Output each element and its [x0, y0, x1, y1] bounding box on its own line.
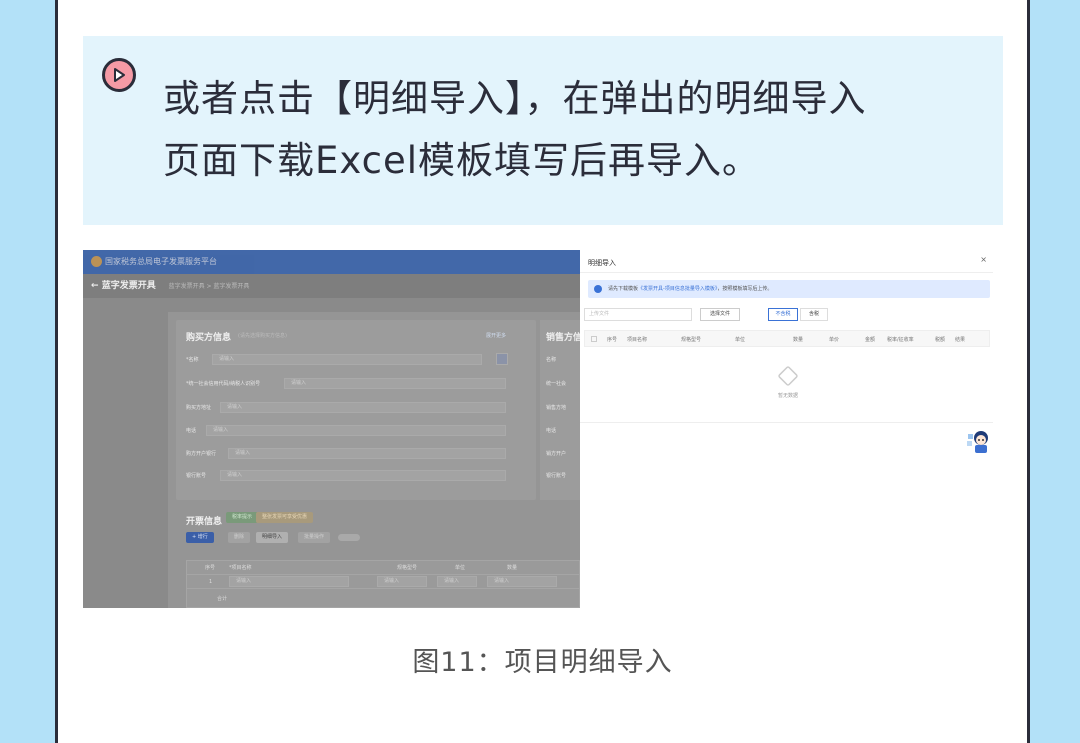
info-alert: 请先下载模板《发票开具-项目信息批量导入模板》，按照模板填写后上传。: [588, 280, 990, 298]
upload-file-input[interactable]: 上传文件: [584, 308, 692, 321]
import-table-header: 序号 项目名称 规格型号 单位 数量 单价 金额 税率/征收率 税额 结果: [584, 330, 990, 347]
empty-box-icon: [777, 365, 799, 387]
tip-line-1: 或者点击【明细导入】，在弹出的明细导入: [163, 77, 867, 120]
divider: [580, 422, 993, 423]
item-name-input[interactable]: 请输入: [229, 576, 349, 587]
buyer-hint: (请先选择购买方信息): [238, 333, 287, 339]
buyer-taxid-input[interactable]: 请输入: [284, 378, 506, 389]
close-icon[interactable]: ×: [980, 255, 987, 264]
add-row-button[interactable]: + 增行: [186, 532, 214, 543]
discount-tag: 整张发票可享受优惠: [256, 512, 314, 523]
total-label: 合计: [217, 596, 228, 602]
form-panel: 购买方信息 (请先选择购买方信息) 展开更多 *名称 请输入 *统一社会信用代码…: [168, 312, 590, 608]
tip-text: 或者点击【明细导入】，在弹出的明细导入 页面下载Excel模板填写后再导入。: [163, 68, 993, 192]
seller-field-3: 销售方地: [546, 405, 567, 411]
tax-exclusive-toggle[interactable]: 不含税: [768, 308, 798, 321]
unit-input[interactable]: 请输入: [437, 576, 477, 587]
empty-text: 暂无数据: [777, 393, 798, 399]
buyer-account-input[interactable]: 请输入: [220, 470, 506, 481]
seller-field-5: 销方开户: [546, 451, 567, 457]
figure-caption: 图11：项目明细导入: [412, 647, 673, 678]
info-icon: [594, 285, 602, 293]
platform-title: 国家税务总局电子发票服务平台: [105, 257, 217, 266]
template-download-link[interactable]: 《发票开具-项目信息批量导入模板》: [638, 286, 717, 292]
expand-more-link[interactable]: 展开更多: [486, 330, 506, 342]
batch-button[interactable]: 批量操作: [298, 532, 331, 543]
platform-header: 国家税务总局电子发票服务平台: [83, 250, 580, 274]
tip-box: 或者点击【明细导入】，在弹出的明细导入 页面下载Excel模板填写后再导入。: [83, 36, 1003, 225]
content-card: 或者点击【明细导入】，在弹出的明细导入 页面下载Excel模板填写后再导入。 国…: [55, 0, 1030, 743]
buyer-bank-input[interactable]: 请输入: [228, 448, 506, 459]
delete-row-button[interactable]: 删除: [228, 532, 251, 543]
select-all-checkbox[interactable]: [591, 336, 597, 342]
seller-field-6: 银行账号: [546, 473, 567, 479]
seller-field-2: 统一社会: [546, 381, 567, 387]
buyer-address-input[interactable]: 请输入: [220, 402, 506, 413]
screenshot-image: 国家税务总局电子发票服务平台 ← 蓝字发票开具 蓝字发票开具 > 蓝字发票开具 …: [83, 250, 993, 608]
detail-import-button[interactable]: 明细导入: [256, 532, 289, 543]
breadcrumb: 蓝字发票开具 > 蓝字发票开具: [168, 283, 250, 290]
play-icon: [102, 58, 136, 92]
search-icon[interactable]: [496, 353, 508, 365]
tax-logo-icon: [91, 256, 102, 267]
empty-state: 暂无数据: [768, 365, 808, 399]
table-row: 1 请输入 请输入 请输入 请输入: [187, 575, 579, 589]
detail-import-dialog: 明细导入 × 请先下载模板《发票开具-项目信息批量导入模板》，按照模板填写后上传…: [580, 250, 993, 608]
page-title-bar: ← 蓝字发票开具 蓝字发票开具 > 蓝字发票开具: [83, 274, 580, 298]
field-label-phone: 电话: [186, 428, 197, 434]
tip-line-2: 页面下载Excel模板填写后再导入。: [163, 139, 761, 182]
buyer-section-title: 购买方信息: [186, 333, 232, 343]
seller-field-1: 名称: [546, 357, 557, 363]
seller-section-title: 销售方信: [546, 333, 583, 343]
tax-inclusive-toggle[interactable]: 含税: [800, 308, 828, 321]
invoice-items-table: 序号 *项目名称 规格型号 单位 数量 1 请输入 请输入 请输入 请输入 合计: [186, 560, 580, 608]
page-title[interactable]: ← 蓝字发票开具: [91, 281, 156, 291]
field-label-name: *名称: [186, 357, 199, 363]
assistant-robot-icon[interactable]: [966, 426, 990, 454]
buyer-phone-input[interactable]: 请输入: [206, 425, 506, 436]
qty-input[interactable]: 请输入: [487, 576, 557, 587]
dialog-title: 明细导入: [588, 259, 616, 267]
buyer-panel: 购买方信息 (请先选择购买方信息) 展开更多 *名称 请输入 *统一社会信用代码…: [176, 320, 536, 500]
seller-field-4: 电话: [546, 428, 557, 434]
buyer-name-input[interactable]: 请输入: [212, 354, 482, 365]
issue-section-title: 开票信息: [186, 517, 223, 527]
table-header: 序号 *项目名称 规格型号 单位 数量: [187, 561, 579, 575]
invoice-page-dimmed: 国家税务总局电子发票服务平台 ← 蓝字发票开具 蓝字发票开具 > 蓝字发票开具 …: [83, 250, 590, 608]
field-label-account: 银行账号: [186, 473, 207, 479]
field-label-taxid: *统一社会信用代码/纳税人识别号: [186, 381, 261, 387]
spec-input[interactable]: 请输入: [377, 576, 427, 587]
divider: [580, 272, 993, 273]
tax-rate-tag: 税率提示: [226, 512, 259, 523]
field-label-address: 购买方地址: [186, 405, 212, 411]
field-label-bank: 购方开户银行: [186, 451, 217, 457]
select-file-button[interactable]: 选择文件: [700, 308, 740, 321]
toggle-switch[interactable]: [338, 534, 360, 541]
